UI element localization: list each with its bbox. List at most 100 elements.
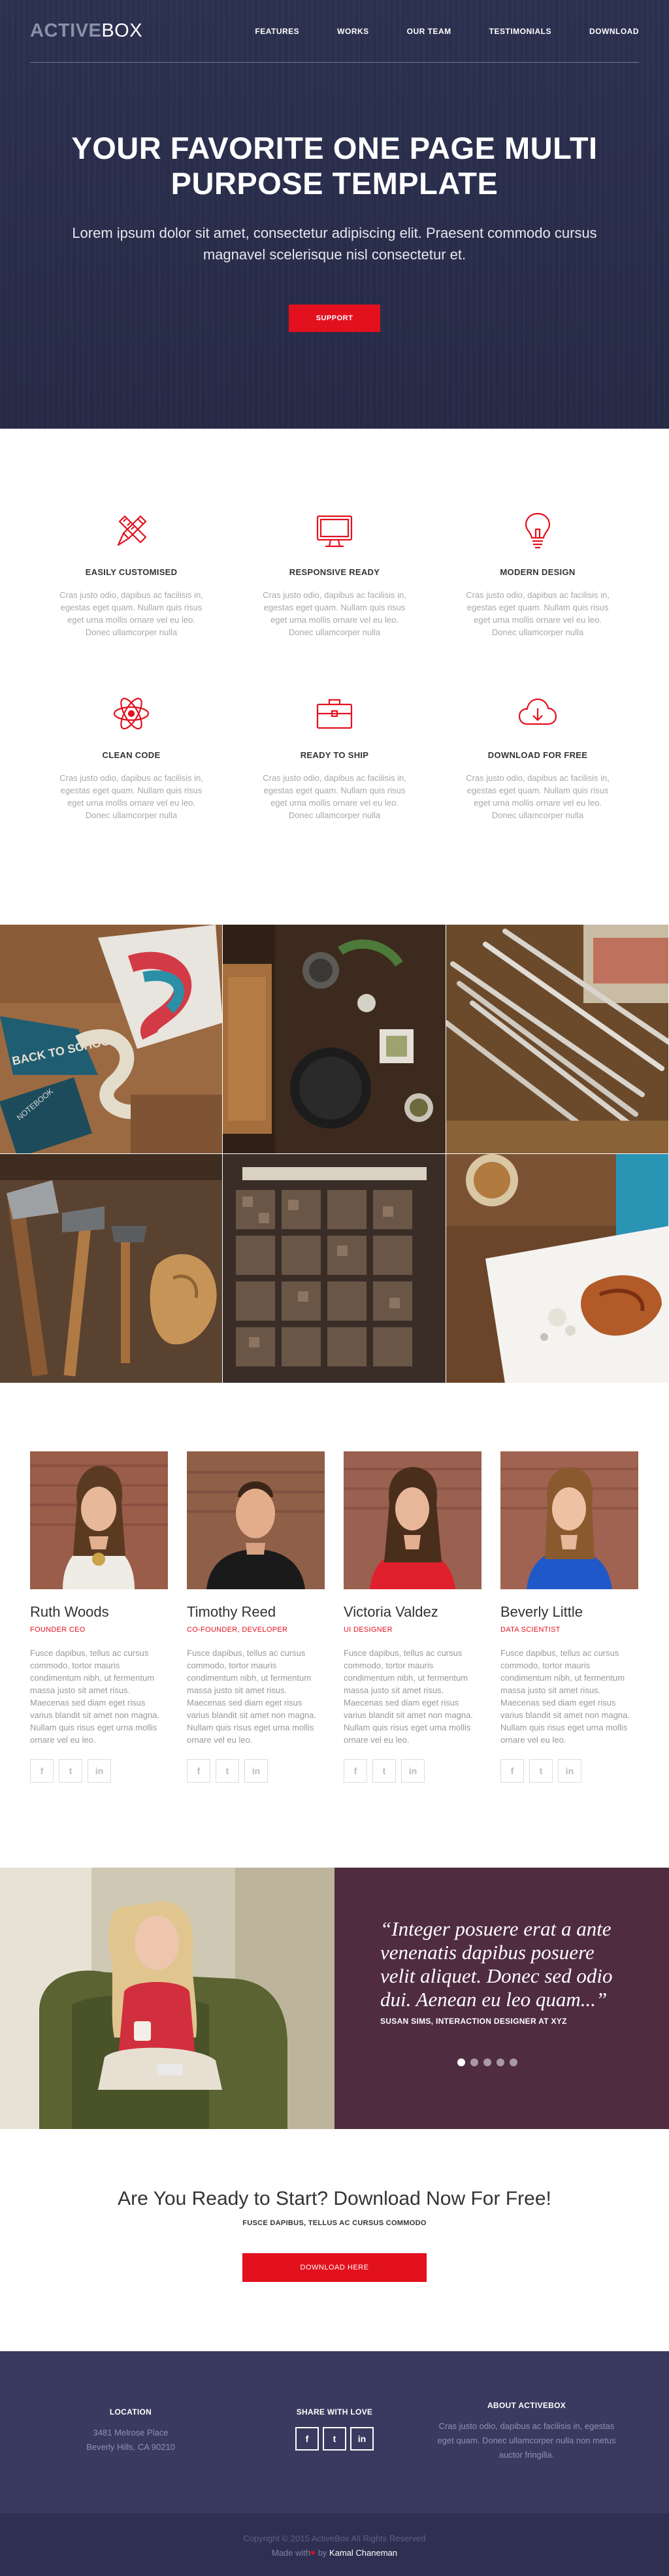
slide-dot-5[interactable]: [510, 2058, 517, 2066]
footer-share: SHARE WITH LOVE f t in: [243, 2407, 426, 2451]
member-social-links: f t in: [187, 1759, 325, 1783]
member-name: Ruth Woods: [30, 1604, 109, 1620]
facebook-icon[interactable]: f: [500, 1759, 524, 1783]
feature-ready-to-ship: READY TO SHIP Cras justo odio, dapibus a…: [259, 690, 410, 821]
hero-subtitle: Lorem ipsum dolor sit amet, consectetur …: [72, 225, 597, 263]
gallery-image: BACK TO SCHOOL NOTEBOOK: [0, 925, 222, 1153]
nav-testimonials[interactable]: TESTIMONIALS: [489, 27, 551, 36]
logo-box-text: BOX: [101, 20, 143, 41]
twitter-icon[interactable]: t: [323, 2427, 346, 2451]
logo-active-text: ACTIVE: [30, 20, 102, 41]
member-social-links: f t in: [30, 1759, 168, 1783]
feature-title: EASILY CUSTOMISED: [85, 567, 178, 577]
slide-dot-4[interactable]: [497, 2058, 504, 2066]
about-text: Cras justo odio, dapibus ac facilisis in…: [437, 2421, 616, 2460]
team-member-timothy-reed: Timothy Reed CO-FOUNDER, DEVELOPER Fusce…: [187, 1451, 325, 1783]
linkedin-icon[interactable]: in: [558, 1759, 581, 1783]
member-bio: Fusce dapibus, tellus ac cursus commodo,…: [30, 1648, 159, 1745]
twitter-icon[interactable]: t: [529, 1759, 553, 1783]
gallery-image: [223, 1154, 446, 1383]
footer-social-links: f t in: [243, 2427, 426, 2451]
linkedin-icon[interactable]: in: [350, 2427, 374, 2451]
team-member-ruth-woods: Ruth Woods FOUNDER CEO Fusce dapibus, te…: [30, 1451, 168, 1783]
share-title: SHARE WITH LOVE: [296, 2407, 373, 2417]
cta-title: Are You Ready to Start? Download Now For…: [118, 2188, 551, 2209]
copyright-bar: Copyright © 2015 ActiveBox All Rights Re…: [0, 2513, 669, 2576]
slide-dot-1[interactable]: [457, 2058, 465, 2066]
cloud-download-icon: [518, 698, 557, 725]
works-gallery: BACK TO SCHOOL NOTEBOOK: [0, 925, 669, 1383]
member-name: Beverly Little: [500, 1604, 583, 1620]
address-line-2: Beverly Hills, CA 90210: [86, 2442, 175, 2452]
member-bio: Fusce dapibus, tellus ac cursus commodo,…: [187, 1648, 316, 1745]
feature-download-for-free: DOWNLOAD FOR FREE Cras justo odio, dapib…: [463, 690, 613, 821]
linkedin-icon[interactable]: in: [244, 1759, 268, 1783]
team-member-victoria-valdez: Victoria Valdez UI DESIGNER Fusce dapibu…: [344, 1451, 481, 1783]
author-link[interactable]: Kamal Chaneman: [329, 2548, 397, 2558]
gallery-image: [446, 925, 668, 1153]
cta-subtitle: FUSCE DAPIBUS, TELLUS AC CURSUS COMMODO: [242, 2219, 427, 2227]
gallery-item-food[interactable]: [446, 1154, 669, 1383]
address-line-1: 3481 Melrose Place: [93, 2428, 169, 2437]
about-title: ABOUT ACTIVEBOX: [487, 2401, 566, 2410]
member-bio: Fusce dapibus, tellus ac cursus commodo,…: [344, 1648, 473, 1745]
feature-responsive-ready: RESPONSIVE READY Cras justo odio, dapibu…: [259, 507, 410, 638]
twitter-icon[interactable]: t: [59, 1759, 82, 1783]
gallery-item-kitchen[interactable]: [223, 925, 446, 1154]
feature-text: Cras justo odio, dapibus ac facilisis in…: [59, 590, 203, 637]
facebook-icon[interactable]: f: [295, 2427, 319, 2451]
main-menu: FEATURES WORKS OUR TEAM TESTIMONIALS DOW…: [217, 27, 639, 36]
linkedin-icon[interactable]: in: [401, 1759, 425, 1783]
twitter-icon[interactable]: t: [372, 1759, 396, 1783]
member-bio: Fusce dapibus, tellus ac cursus commodo,…: [500, 1648, 630, 1745]
avatar: [500, 1451, 638, 1589]
footer-location: LOCATION 3481 Melrose Place Beverly Hills…: [39, 2407, 222, 2454]
feature-modern-design: MODERN DESIGN Cras justo odio, dapibus a…: [463, 507, 613, 638]
gallery-item-back-to-school[interactable]: BACK TO SCHOOL NOTEBOOK: [0, 925, 223, 1154]
gallery-image: [223, 925, 446, 1153]
slide-dot-3[interactable]: [483, 2058, 491, 2066]
nav-works[interactable]: WORKS: [337, 27, 369, 36]
testimonial-pagination: [457, 2058, 517, 2066]
atom-icon: [113, 697, 150, 730]
avatar: [344, 1451, 481, 1589]
feature-clean-code: CLEAN CODE Cras justo odio, dapibus ac f…: [56, 690, 206, 821]
facebook-icon[interactable]: f: [344, 1759, 367, 1783]
avatar: [30, 1451, 168, 1589]
linkedin-icon[interactable]: in: [88, 1759, 111, 1783]
team-section: Ruth Woods FOUNDER CEO Fusce dapibus, te…: [0, 1383, 669, 1868]
gallery-image: [446, 1154, 668, 1383]
gallery-item-tools[interactable]: [0, 1154, 223, 1383]
download-button[interactable]: DOWNLOAD HERE: [242, 2253, 427, 2282]
heart-icon: ♥: [310, 2548, 316, 2558]
hero-section: ACTIVEBOX FEATURES WORKS OUR TEAM TESTIM…: [0, 0, 669, 429]
nav-download[interactable]: DOWNLOAD: [589, 27, 639, 36]
feature-text: Cras justo odio, dapibus ac facilisis in…: [466, 590, 610, 637]
nav-our-team[interactable]: OUR TEAM: [407, 27, 451, 36]
briefcase-icon: [316, 699, 353, 729]
feature-easily-customised: EASILY CUSTOMISED Cras justo odio, dapib…: [56, 507, 206, 638]
facebook-icon[interactable]: f: [187, 1759, 210, 1783]
gallery-item-pencils[interactable]: [446, 925, 669, 1154]
support-button[interactable]: SUPPORT: [289, 305, 380, 332]
feature-text: Cras justo odio, dapibus ac facilisis in…: [466, 773, 610, 820]
nav-features[interactable]: FEATURES: [255, 27, 299, 36]
member-role: CO-FOUNDER, DEVELOPER: [187, 1626, 288, 1634]
slide-dot-2[interactable]: [470, 2058, 478, 2066]
member-role: UI DESIGNER: [344, 1626, 393, 1634]
avatar: [187, 1451, 325, 1589]
feature-title: DOWNLOAD FOR FREE: [487, 750, 588, 760]
logo[interactable]: ACTIVEBOX: [30, 20, 142, 42]
gallery-image: [0, 1154, 222, 1383]
testimonial-author: SUSAN SIMS, INTERACTION DESIGNER AT XYZ: [380, 2017, 567, 2026]
location-title: LOCATION: [109, 2407, 152, 2417]
feature-text: Cras justo odio, dapibus ac facilisis in…: [59, 773, 203, 820]
member-social-links: f t in: [344, 1759, 481, 1783]
gallery-item-letterpress[interactable]: [223, 1154, 446, 1383]
by-text: by: [315, 2548, 329, 2558]
twitter-icon[interactable]: t: [216, 1759, 239, 1783]
feature-title: CLEAN CODE: [102, 750, 161, 760]
monitor-icon: [316, 515, 353, 548]
footer: LOCATION 3481 Melrose Place Beverly Hills…: [0, 2351, 669, 2513]
facebook-icon[interactable]: f: [30, 1759, 54, 1783]
